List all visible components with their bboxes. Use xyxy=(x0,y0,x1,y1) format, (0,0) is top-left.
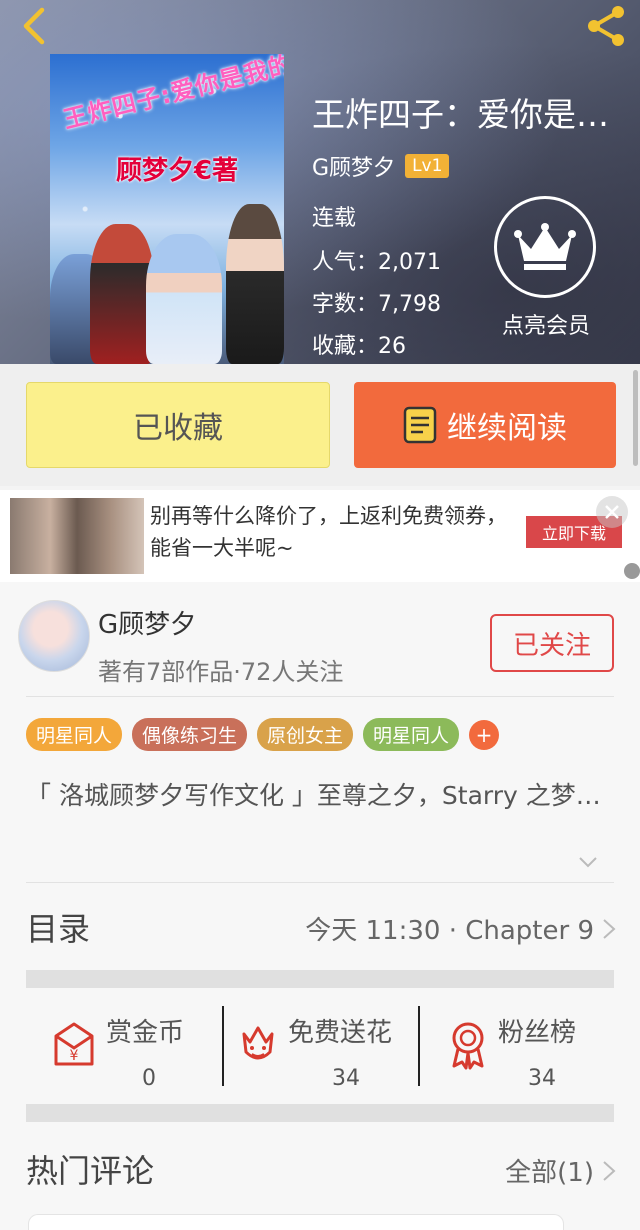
tag-list: 明星同人 偶像练习生 原创女主 明星同人 + xyxy=(26,718,500,751)
follow-button[interactable]: 已关注 xyxy=(490,614,614,672)
add-tag-button[interactable]: + xyxy=(469,719,500,750)
stat-value: 34 xyxy=(528,1066,556,1091)
book-favorites: 收藏：26 xyxy=(312,334,406,359)
book-intro[interactable]: 「 洛城顾梦夕写作文化 」至尊之夕，Starry 之梦… xyxy=(26,778,612,814)
book-popularity: 人气：2,071 xyxy=(312,250,441,275)
vip-label[interactable]: 点亮会员 xyxy=(484,308,608,340)
divider xyxy=(418,1006,420,1086)
tag[interactable]: 明星同人 xyxy=(26,718,123,751)
chevron-right-icon xyxy=(603,918,616,939)
cover-author-text: 顾梦夕€著 xyxy=(116,156,239,186)
section-band xyxy=(26,1104,614,1122)
chevron-down-icon[interactable] xyxy=(578,852,598,872)
cover-figure xyxy=(146,234,222,364)
section-band xyxy=(26,970,614,988)
close-icon xyxy=(605,505,619,519)
book-status: 连载 xyxy=(312,206,357,231)
ad-text: 别再等什么降价了，上返利免费领券，能省一大半呢~ xyxy=(150,504,507,560)
stat-label: 赏金币 xyxy=(106,1018,185,1048)
divider xyxy=(26,882,614,883)
red-envelope-icon: ¥ xyxy=(54,1022,94,1066)
author-row[interactable]: G顾梦夕 Lv1 xyxy=(312,150,450,182)
medal-icon xyxy=(452,1022,484,1070)
stat-value: 0 xyxy=(142,1066,156,1091)
catalog-latest[interactable]: 今天 11:30 · Chapter 9 xyxy=(305,910,616,947)
author-card-name[interactable]: G顾梦夕 xyxy=(98,604,196,641)
stat-coins[interactable]: ¥ 赏金币 0 xyxy=(48,994,222,1094)
book-detail-section: G顾梦夕 著有7部作品·72人关注 已关注 明星同人 偶像练习生 原创女主 明星… xyxy=(0,582,640,1230)
comment-card[interactable] xyxy=(28,1214,564,1230)
all-comments-link[interactable]: 全部(1) xyxy=(505,1152,616,1189)
cover-figure xyxy=(226,204,284,364)
favorite-label: 已收藏 xyxy=(133,411,223,446)
tag[interactable]: 明星同人 xyxy=(363,718,460,751)
continue-reading-button[interactable]: 继续阅读 xyxy=(354,382,616,468)
author-name[interactable]: G顾梦夕 xyxy=(312,150,395,182)
ad-close-icon[interactable] xyxy=(596,496,628,528)
flower-icon xyxy=(242,1026,274,1060)
continue-reading-label: 继续阅读 xyxy=(447,411,567,446)
book-header: 王炸四子:爱你是我的使命 顾梦夕€著 王炸四子：爱你是… G顾梦夕 Lv1 连载… xyxy=(0,0,640,364)
crown-icon xyxy=(514,223,576,270)
divider xyxy=(222,1006,224,1086)
svg-text:¥: ¥ xyxy=(70,1048,79,1064)
scrollbar[interactable] xyxy=(633,370,638,466)
hot-comments-title: 热门评论 xyxy=(26,1152,155,1190)
ad-banner[interactable]: 别再等什么降价了，上返利免费领券，能省一大半呢~ 立即下载 xyxy=(0,490,640,582)
avatar[interactable] xyxy=(18,600,90,672)
book-word-count: 字数：7,798 xyxy=(312,292,441,317)
book-cover[interactable]: 王炸四子:爱你是我的使命 顾梦夕€著 xyxy=(50,54,284,364)
share-icon[interactable] xyxy=(582,4,630,48)
favorite-button[interactable]: 已收藏 xyxy=(26,382,330,468)
action-bar: 已收藏 继续阅读 xyxy=(0,364,640,486)
chevron-right-icon xyxy=(603,1160,616,1181)
stat-label: 免费送花 xyxy=(288,1018,393,1048)
level-badge: Lv1 xyxy=(405,154,450,178)
stat-label: 粉丝榜 xyxy=(498,1018,577,1048)
ad-mark-icon xyxy=(624,563,640,579)
catalog-latest-text: 今天 11:30 · Chapter 9 xyxy=(305,916,594,946)
chevron-left-icon[interactable] xyxy=(14,6,54,46)
stat-value: 34 xyxy=(332,1066,360,1091)
catalog-title[interactable]: 目录 xyxy=(26,904,90,950)
tag[interactable]: 偶像练习生 xyxy=(132,718,248,751)
cover-figure xyxy=(90,224,154,364)
stat-flowers[interactable]: 免费送花 34 xyxy=(236,994,416,1094)
stat-fans[interactable]: 粉丝榜 34 xyxy=(444,994,614,1094)
ad-image xyxy=(10,498,144,574)
divider xyxy=(26,696,614,697)
book-icon xyxy=(403,406,437,444)
all-comments-label: 全部(1) xyxy=(505,1158,594,1188)
author-card-stats: 著有7部作品·72人关注 xyxy=(98,658,344,686)
book-title: 王炸四子：爱你是… xyxy=(312,95,609,134)
tag[interactable]: 原创女主 xyxy=(257,718,354,751)
vip-button[interactable] xyxy=(494,196,596,298)
